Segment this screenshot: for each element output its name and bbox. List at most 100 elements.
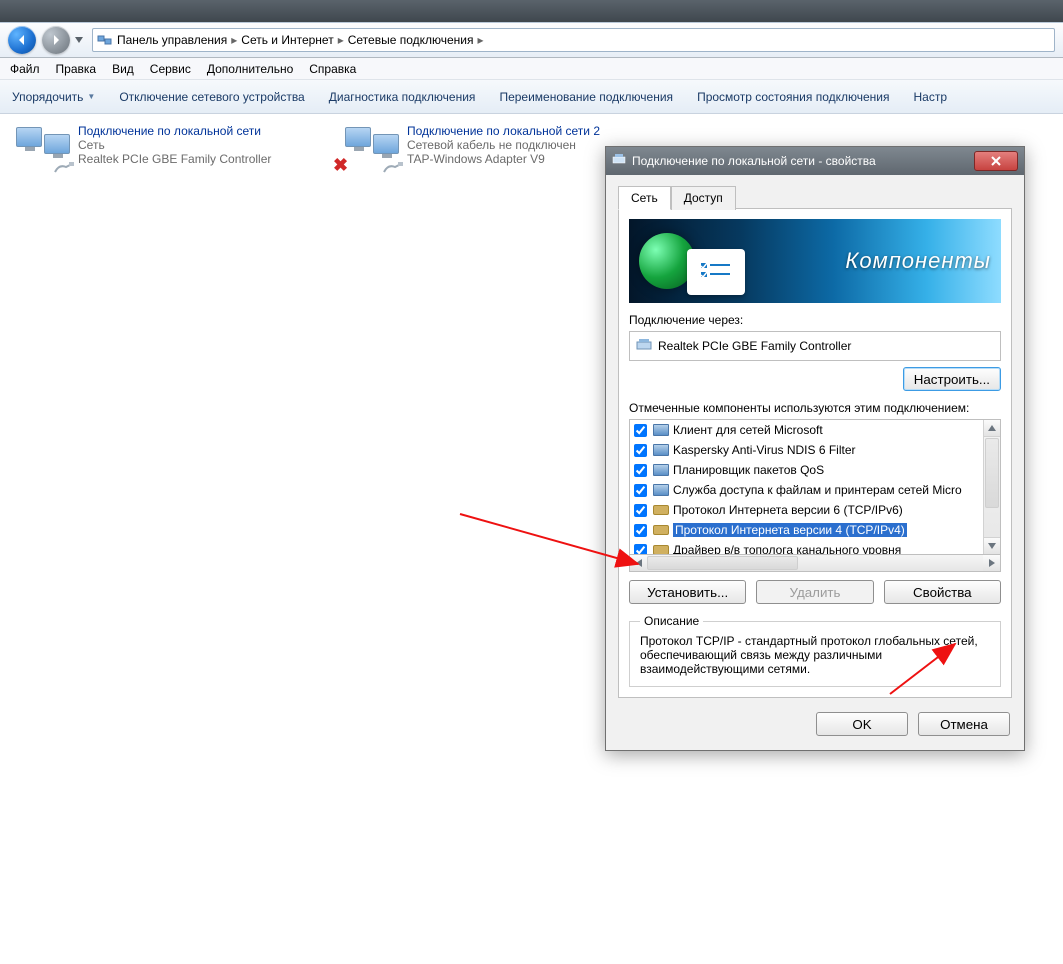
horizontal-scrollbar[interactable] bbox=[629, 555, 1001, 572]
menu-help[interactable]: Справка bbox=[309, 62, 356, 76]
adapter-icon bbox=[612, 153, 626, 170]
dialog-title-text: Подключение по локальной сети - свойства bbox=[632, 154, 876, 168]
connection-properties-dialog: Подключение по локальной сети - свойства… bbox=[605, 146, 1025, 751]
cmd-settings-truncated[interactable]: Настр bbox=[914, 90, 948, 104]
checklist-icon bbox=[687, 249, 745, 295]
install-button[interactable]: Установить... bbox=[629, 580, 746, 604]
adapter-name: Realtek PCIe GBE Family Controller bbox=[658, 339, 851, 353]
component-item[interactable]: Клиент для сетей Microsoft bbox=[630, 420, 1000, 440]
command-bar: Упорядочить ▼ Отключение сетевого устрой… bbox=[0, 80, 1063, 114]
connection-adapter: TAP-Windows Adapter V9 bbox=[407, 152, 600, 166]
connection-status: Сеть bbox=[78, 138, 271, 152]
component-checkbox[interactable] bbox=[634, 544, 647, 556]
menu-edit[interactable]: Правка bbox=[56, 62, 97, 76]
menu-view[interactable]: Вид bbox=[112, 62, 134, 76]
cmd-diagnose[interactable]: Диагностика подключения bbox=[329, 90, 476, 104]
breadcrumb-item[interactable]: Сетевые подключения bbox=[348, 33, 474, 47]
ok-button[interactable]: OK bbox=[816, 712, 908, 736]
components-label: Отмеченные компоненты используются этим … bbox=[629, 401, 1001, 415]
tab-access[interactable]: Доступ bbox=[671, 186, 736, 210]
component-name: Планировщик пакетов QoS bbox=[673, 463, 824, 477]
adapter-small-icon bbox=[636, 337, 652, 356]
back-button[interactable] bbox=[8, 26, 36, 54]
menu-bar: Файл Правка Вид Сервис Дополнительно Спр… bbox=[0, 58, 1063, 80]
breadcrumb-separator-icon: ▸ bbox=[334, 33, 348, 47]
breadcrumb-item[interactable]: Сеть и Интернет bbox=[241, 33, 333, 47]
configure-button[interactable]: Настроить... bbox=[903, 367, 1001, 391]
component-name: Служба доступа к файлам и принтерам сете… bbox=[673, 483, 962, 497]
connection-item-lan1[interactable]: Подключение по локальной сети Сеть Realt… bbox=[16, 124, 326, 168]
cmd-disable-device[interactable]: Отключение сетевого устройства bbox=[119, 90, 304, 104]
scroll-down-button[interactable] bbox=[984, 537, 1000, 554]
service-icon bbox=[653, 442, 669, 458]
network-adapter-icon bbox=[16, 124, 70, 168]
properties-button[interactable]: Свойства bbox=[884, 580, 1001, 604]
scroll-left-button[interactable] bbox=[630, 555, 647, 571]
vertical-scrollbar[interactable] bbox=[983, 420, 1000, 554]
menu-tools[interactable]: Сервис bbox=[150, 62, 191, 76]
connections-pane: Подключение по локальной сети Сеть Realt… bbox=[0, 114, 1063, 964]
menu-advanced[interactable]: Дополнительно bbox=[207, 62, 293, 76]
network-adapter-disconnected-icon: ✖ bbox=[345, 124, 399, 168]
description-text: Протокол TCP/IP - стандартный протокол г… bbox=[640, 634, 990, 676]
dialog-titlebar[interactable]: Подключение по локальной сети - свойства bbox=[606, 147, 1024, 175]
banner-title: Компоненты bbox=[845, 248, 991, 274]
cmd-organize[interactable]: Упорядочить ▼ bbox=[12, 90, 95, 104]
scroll-thumb[interactable] bbox=[985, 438, 999, 508]
description-legend: Описание bbox=[640, 614, 703, 628]
adapter-field: Realtek PCIe GBE Family Controller bbox=[629, 331, 1001, 361]
tab-network[interactable]: Сеть bbox=[618, 186, 671, 210]
component-name: Протокол Интернета версии 4 (TCP/IPv4) bbox=[673, 523, 907, 537]
connection-item-lan2[interactable]: ✖ Подключение по локальной сети 2 Сетево… bbox=[345, 124, 625, 168]
component-item[interactable]: Служба доступа к файлам и принтерам сете… bbox=[630, 480, 1000, 500]
cancel-button[interactable]: Отмена bbox=[918, 712, 1010, 736]
breadcrumb-separator-icon: ▸ bbox=[227, 33, 241, 47]
component-name: Клиент для сетей Microsoft bbox=[673, 423, 823, 437]
window-chrome-bar bbox=[0, 0, 1063, 22]
component-checkbox[interactable] bbox=[634, 484, 647, 497]
component-name: Протокол Интернета версии 6 (TCP/IPv6) bbox=[673, 503, 903, 517]
menu-file[interactable]: Файл bbox=[10, 62, 40, 76]
component-item[interactable]: Планировщик пакетов QoS bbox=[630, 460, 1000, 480]
dialog-close-button[interactable] bbox=[974, 151, 1018, 171]
component-checkbox[interactable] bbox=[634, 444, 647, 457]
breadcrumb-item[interactable]: Панель управления bbox=[117, 33, 227, 47]
connect-via-label: Подключение через: bbox=[629, 313, 1001, 327]
address-bar[interactable]: Панель управления▸Сеть и Интернет▸Сетевы… bbox=[92, 28, 1055, 52]
cmd-rename[interactable]: Переименование подключения bbox=[499, 90, 673, 104]
hscroll-thumb[interactable] bbox=[647, 556, 798, 570]
service-icon bbox=[653, 422, 669, 438]
service-icon bbox=[653, 462, 669, 478]
component-checkbox[interactable] bbox=[634, 504, 647, 517]
connection-status: Сетевой кабель не подключен bbox=[407, 138, 600, 152]
breadcrumb-separator-icon: ▸ bbox=[474, 33, 488, 47]
components-listbox[interactable]: Клиент для сетей Microsoft Kaspersky Anti… bbox=[629, 419, 1001, 555]
component-item[interactable]: Драйвер в/в тополога канального уровня bbox=[630, 540, 1000, 555]
nav-history-dropdown[interactable] bbox=[72, 26, 86, 54]
component-item[interactable]: Протокол Интернета версии 4 (TCP/IPv4) bbox=[630, 520, 1000, 540]
connection-title: Подключение по локальной сети 2 bbox=[407, 124, 600, 138]
component-item[interactable]: Kaspersky Anti-Virus NDIS 6 Filter bbox=[630, 440, 1000, 460]
scroll-right-button[interactable] bbox=[983, 555, 1000, 571]
scroll-up-button[interactable] bbox=[984, 420, 1000, 437]
remove-button: Удалить bbox=[756, 580, 873, 604]
disconnected-x-icon: ✖ bbox=[333, 155, 348, 176]
component-item[interactable]: Протокол Интернета версии 6 (TCP/IPv6) bbox=[630, 500, 1000, 520]
forward-button[interactable] bbox=[42, 26, 70, 54]
protocol-icon bbox=[653, 522, 669, 538]
component-checkbox[interactable] bbox=[634, 464, 647, 477]
service-icon bbox=[653, 482, 669, 498]
components-banner: Компоненты bbox=[629, 219, 1001, 303]
component-checkbox[interactable] bbox=[634, 524, 647, 537]
component-checkbox[interactable] bbox=[634, 424, 647, 437]
component-name: Kaspersky Anti-Virus NDIS 6 Filter bbox=[673, 443, 856, 457]
connection-adapter: Realtek PCIe GBE Family Controller bbox=[78, 152, 271, 166]
cmd-view-status[interactable]: Просмотр состояния подключения bbox=[697, 90, 889, 104]
dialog-tabs: Сеть Доступ bbox=[618, 185, 1012, 209]
explorer-nav-bar: Панель управления▸Сеть и Интернет▸Сетевы… bbox=[0, 22, 1063, 58]
tab-panel-network: Компоненты Подключение через: Realtek PC… bbox=[618, 208, 1012, 698]
protocol-icon bbox=[653, 542, 669, 555]
protocol-icon bbox=[653, 502, 669, 518]
connection-title: Подключение по локальной сети bbox=[78, 124, 271, 138]
location-icon bbox=[97, 32, 113, 48]
